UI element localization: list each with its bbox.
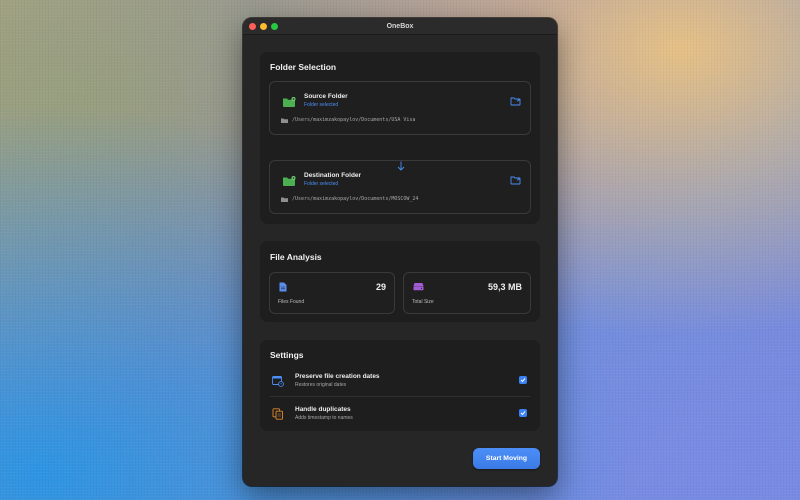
files-found-box: 29 Files Found — [269, 272, 395, 314]
setting-label: Handle duplicates — [295, 406, 351, 413]
setting-handle-duplicates[interactable]: Handle duplicates Adds timestamp to name… — [260, 402, 540, 432]
source-folder-status: Folder selected — [304, 102, 339, 108]
choose-folder-icon[interactable] — [510, 175, 521, 185]
checkmark-icon — [520, 411, 526, 416]
setting-description: Adds timestamp to names — [295, 415, 353, 421]
window-title: OneBox — [386, 22, 414, 30]
document-icon — [279, 282, 287, 292]
destination-folder-label: Destination Folder — [304, 172, 362, 179]
folder-selection-card: Folder Selection Source Folder Folder se… — [260, 52, 540, 224]
setting-preserve-dates[interactable]: Preserve file creation dates Restores or… — [260, 369, 540, 399]
storage-stack-icon — [413, 283, 424, 291]
start-moving-button[interactable]: Start Moving — [473, 448, 540, 469]
destination-folder-path: /Users/maximzakopaylov/Documents/MOSCOW_… — [292, 196, 419, 202]
total-size-box: 59,3 MB Total Size — [403, 272, 531, 314]
source-folder-path: /Users/maximzakopaylov/Documents/USA Vis… — [292, 117, 416, 123]
destination-folder-status: Folder selected — [304, 181, 339, 187]
setting-description: Restores original dates — [295, 382, 347, 388]
file-analysis-heading: File Analysis — [270, 252, 322, 262]
title-bar: OneBox — [243, 18, 557, 35]
arrow-down-icon — [397, 161, 405, 171]
path-folder-icon — [281, 118, 288, 123]
app-window: OneBox Folder Selection Source Folder Fo… — [243, 18, 557, 486]
total-size-value: 59,3 MB — [487, 282, 522, 292]
source-folder-box[interactable]: Source Folder Folder selected /Users/max… — [269, 81, 531, 135]
calendar-clock-icon — [272, 376, 284, 387]
choose-folder-icon[interactable] — [510, 96, 521, 106]
files-found-value: 29 — [375, 282, 386, 292]
duplicate-docs-icon — [272, 408, 283, 420]
folder-selection-heading: Folder Selection — [270, 62, 337, 72]
checkmark-icon — [520, 378, 526, 383]
settings-heading: Settings — [270, 350, 304, 360]
folder-badge-icon — [283, 176, 296, 186]
setting-label: Preserve file creation dates — [295, 373, 380, 380]
total-size-label: Total Size — [412, 299, 434, 305]
handle-duplicates-checkbox[interactable] — [519, 409, 527, 417]
source-folder-label: Source Folder — [304, 93, 348, 100]
preserve-dates-checkbox[interactable] — [519, 376, 527, 384]
settings-divider — [270, 396, 530, 397]
folder-badge-icon — [283, 97, 296, 107]
path-folder-icon — [281, 197, 288, 202]
files-found-label: Files Found — [278, 299, 305, 305]
file-analysis-card: File Analysis 29 Files Found 59,3 MB Tot… — [260, 241, 540, 322]
settings-card: Settings Preserve file creation dates Re… — [260, 340, 540, 431]
